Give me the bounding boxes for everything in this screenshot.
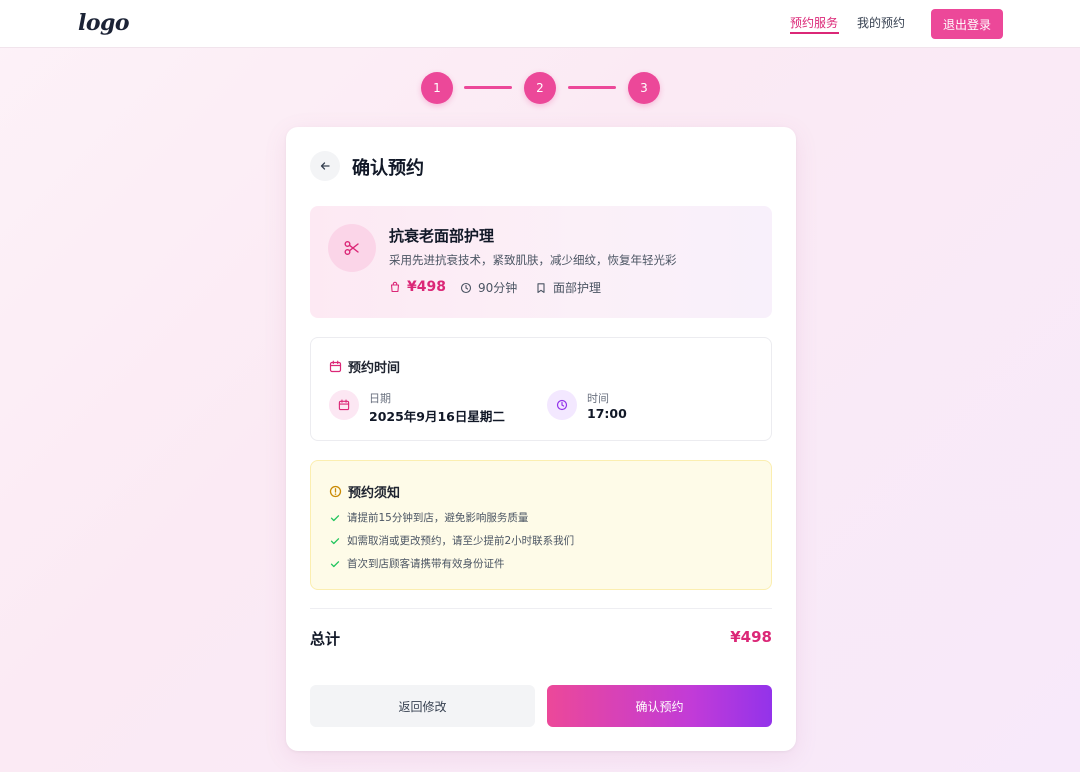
step-3: 3: [628, 72, 660, 104]
notice-item: 首次到店顾客请携带有效身份证件: [330, 556, 505, 571]
bag-icon: [390, 281, 400, 293]
notice-item: 请提前15分钟到店，避免影响服务质量: [330, 510, 528, 525]
service-description: 采用先进抗衰技术，紧致肌肤，减少细纹，恢复年轻光彩: [389, 253, 677, 267]
clock-icon: [460, 282, 472, 293]
notice-item-text: 首次到店顾客请携带有效身份证件: [347, 558, 505, 570]
time-label: 时间: [587, 392, 609, 405]
booking-time-section: 预约时间 日期 2025年9月16日星期二 时间 17:00: [310, 337, 772, 441]
page-title: 确认预约: [352, 158, 424, 179]
calendar-icon: [329, 360, 342, 373]
service-duration: 90分钟: [460, 279, 517, 296]
check-icon: [330, 514, 340, 521]
service-name: 抗衰老面部护理: [389, 227, 495, 245]
total-value: ¥498: [730, 628, 772, 646]
time-value: 17:00: [587, 406, 627, 421]
step-2: 2: [524, 72, 556, 104]
step-connector-1: [464, 86, 512, 89]
arrow-left-icon: [320, 162, 330, 170]
booking-notice: 预约须知 请提前15分钟到店，避免影响服务质量 如需取消或更改预约，请至少提前2…: [310, 460, 772, 590]
confirm-booking-button[interactable]: 确认预约: [547, 685, 772, 727]
calendar-icon: [338, 399, 350, 411]
top-header: logo 预约服务 我的预约 退出登录: [0, 0, 1080, 48]
notice-item: 如需取消或更改预约，请至少提前2小时联系我们: [330, 533, 574, 548]
notice-heading: 预约须知: [329, 482, 400, 501]
step-1: 1: [421, 72, 453, 104]
logout-button[interactable]: 退出登录: [931, 9, 1003, 39]
date-label: 日期: [369, 392, 391, 405]
service-category: 面部护理: [535, 279, 601, 296]
booking-time-title: 预约时间: [348, 361, 401, 376]
notice-title: 预约须知: [348, 486, 401, 501]
info-icon: [329, 485, 342, 498]
price-value: ¥498: [407, 279, 446, 295]
scissors-icon: [344, 241, 359, 255]
nav-book-service[interactable]: 预约服务: [790, 14, 838, 31]
notice-item-text: 请提前15分钟到店，避免影响服务质量: [347, 512, 529, 524]
total-label: 总计: [310, 630, 341, 648]
step-connector-2: [568, 86, 616, 89]
notice-item-text: 如需取消或更改预约，请至少提前2小时联系我们: [347, 535, 575, 547]
check-icon: [330, 560, 340, 567]
booking-time-heading: 预约时间: [329, 357, 400, 376]
confirm-booking-card: 确认预约 抗衰老面部护理 采用先进抗衰技术，紧致肌肤，减少细纹，恢复年轻光彩 ¥…: [286, 127, 796, 751]
edit-booking-button[interactable]: 返回修改: [310, 685, 535, 727]
nav-active-underline: [790, 32, 839, 34]
service-icon-badge: [328, 224, 376, 272]
time-icon-badge: [547, 390, 577, 420]
category-value: 面部护理: [553, 281, 602, 295]
bookmark-icon: [537, 282, 545, 293]
nav-my-bookings[interactable]: 我的预约: [857, 14, 905, 31]
clock-icon: [556, 399, 568, 411]
divider: [310, 608, 772, 609]
date-icon-badge: [329, 390, 359, 420]
date-value: 2025年9月16日星期二: [369, 409, 505, 424]
check-icon: [330, 537, 340, 544]
duration-value: 90分钟: [478, 281, 518, 295]
logo[interactable]: logo: [78, 10, 130, 36]
back-arrow-button[interactable]: [310, 151, 340, 181]
service-summary: 抗衰老面部护理 采用先进抗衰技术，紧致肌肤，减少细纹，恢复年轻光彩 ¥498 9…: [310, 206, 772, 318]
service-price: ¥498: [389, 279, 446, 295]
